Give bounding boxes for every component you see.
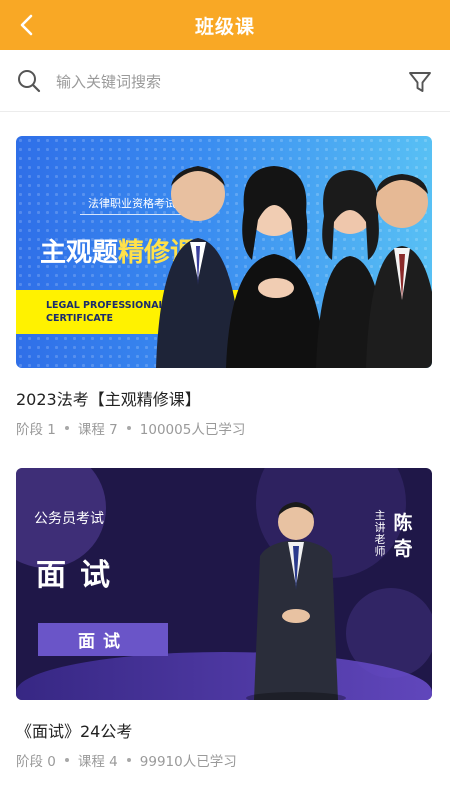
banner-headline-a: 主观题 (40, 238, 119, 268)
course-stage: 阶段 0 (16, 754, 56, 770)
course-banner[interactable]: 公务员考试 面试 面试 主讲老师 陈奇 (16, 468, 432, 700)
teachers-illustration (156, 166, 432, 368)
course-lessons: 课程 7 (77, 422, 118, 438)
banner-headline: 面试 (36, 558, 124, 593)
course-learners: 99910人已学习 (139, 754, 237, 770)
banner-pill: 面试 (38, 623, 168, 656)
teacher-name: 陈奇 (393, 512, 413, 560)
course-title[interactable]: 2023法考【主观精修课】 (16, 386, 432, 410)
course-meta: 阶段 1 课程 7 100005人已学习 (16, 418, 432, 438)
course-learners: 100005人已学习 (139, 422, 246, 438)
course-lessons: 课程 4 (77, 754, 118, 770)
back-button[interactable] (12, 10, 42, 40)
chevron-left-icon (20, 14, 33, 36)
meta-separator (126, 426, 131, 430)
app-header: 班级课 (0, 0, 450, 50)
course-card[interactable]: 公务员考试 面试 面试 主讲老师 陈奇 《面试》24公考 阶段 0 课程 4 9… (16, 468, 432, 770)
filter-icon[interactable] (406, 68, 434, 96)
teacher-label: 主讲老师 (374, 509, 386, 558)
meta-separator (64, 758, 69, 762)
meta-separator (126, 758, 131, 762)
search-bar (0, 50, 450, 112)
course-banner[interactable]: 法律职业资格考试 主观题精修课 LEGAL PROFESSIONAL QU CE… (16, 136, 432, 368)
course-stage: 阶段 1 (16, 422, 56, 438)
search-icon[interactable] (16, 68, 42, 94)
meta-separator (64, 426, 69, 430)
teacher-illustration (246, 502, 346, 700)
search-input[interactable] (56, 69, 376, 95)
banner-tag: 公务员考试 (34, 511, 104, 527)
page-title: 班级课 (194, 15, 255, 38)
course-card[interactable]: 法律职业资格考试 主观题精修课 LEGAL PROFESSIONAL QU CE… (16, 136, 432, 438)
course-meta: 阶段 0 课程 4 99910人已学习 (16, 750, 432, 770)
course-title[interactable]: 《面试》24公考 (16, 718, 432, 742)
